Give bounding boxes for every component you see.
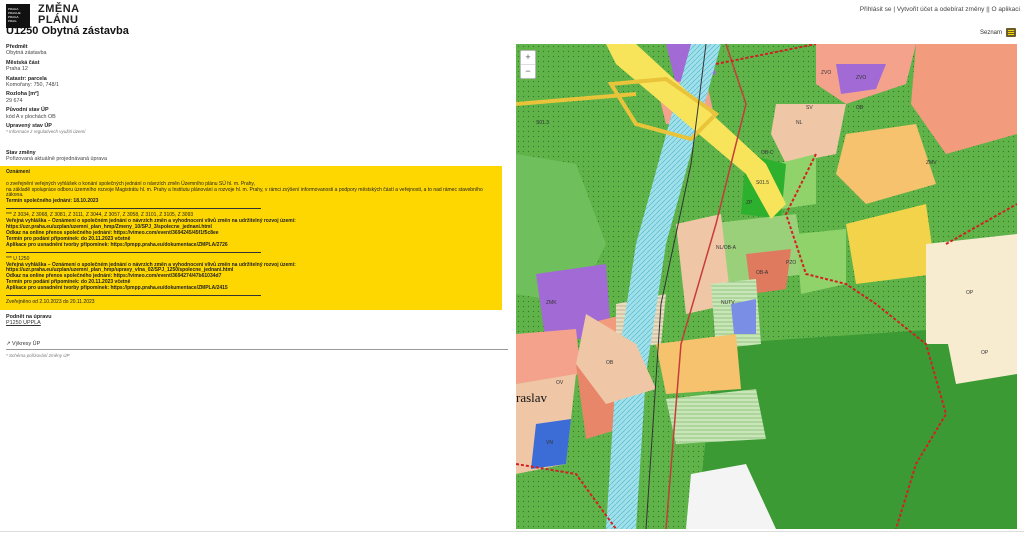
zone-label: OB [606, 360, 614, 366]
zone-label: OB-C [761, 150, 774, 156]
zoom-out-button[interactable]: − [521, 65, 535, 78]
field-value: Komořany: 750, 748/1 [6, 82, 60, 89]
nav-separator: | [893, 6, 896, 13]
notice-link[interactable]: Aplikace pro usnadnění tvorby připomínek… [6, 285, 496, 292]
notice-divider [6, 295, 261, 297]
zone-label: ZP [746, 200, 753, 206]
list-icon [1006, 28, 1016, 37]
field-puvodni-stav: Původní stav ÚP kód A v plochách OB [6, 107, 508, 120]
logo-line: PRAG [8, 19, 17, 23]
notice-published: Zveřejněno od 2.10.2023 do 20.11.2023 [6, 299, 95, 306]
map-canvas: ZVO ZVO SV OB NL OB-C S01.5 S01.3 NL/OB-… [516, 44, 1017, 529]
field-rozloha: Rozloha [m²] 29 674 [6, 91, 508, 104]
notice-divider [6, 251, 261, 253]
zoom-in-button[interactable]: + [521, 51, 535, 65]
field-value: Obytná zástavba [6, 50, 47, 57]
zone-label: NL [796, 120, 803, 126]
zone-label: OP [981, 350, 989, 356]
field-value: kód A v plochách OB [6, 113, 56, 120]
zone-label: OB-A [756, 270, 769, 276]
zone-label: ZVO [821, 70, 831, 76]
field-katastr: Katastr: parcela Komořany: 750, 748/1 [6, 76, 508, 89]
field-stav-zmeny: Stav změny Pořizovaná aktuálně projednáv… [6, 150, 508, 163]
seznam-button[interactable]: Seznam [980, 28, 1016, 37]
login-link[interactable]: Přihlásit se [860, 6, 892, 13]
place-label: raslav [516, 390, 548, 405]
zoning-map[interactable]: ZVO ZVO SV OB NL OB-C S01.5 S01.3 NL/OB-… [516, 44, 1017, 529]
field-value: 29 674 [6, 97, 23, 104]
zone-label: SV [806, 105, 813, 111]
zone-label: PZO [786, 260, 796, 266]
app-brand[interactable]: ZMĚNA PLÁNU [38, 4, 80, 26]
footer-divider [0, 531, 1024, 532]
zoom-control: + − [520, 50, 536, 79]
notice-date: Termín společného jednání: 18.10.2023 [6, 198, 99, 205]
detail-panel: Předmět Obytná zástavba Městská část Pra… [0, 44, 508, 360]
register-link[interactable]: Vytvořit účet a odebírat změny [897, 6, 985, 13]
zone-label: S01.3 [536, 120, 549, 126]
page-title: U1250 Obytná zástavba [6, 25, 129, 37]
zone-label: VN [546, 440, 553, 446]
podnet-link[interactable]: P1250 UPPLA [6, 320, 41, 326]
field-upraveny-stav: Upravený stav ÚP * Informace z regulativ… [6, 123, 508, 136]
notice-divider [6, 208, 261, 210]
zone-label: OP [966, 290, 974, 296]
notice-box: Oznámení o zveřejnění veřejných vyhlášek… [0, 165, 502, 310]
zone-label: ZMV [926, 160, 937, 166]
field-podnet: Podnět na úpravu P1250 UPPLA [6, 314, 508, 327]
field-note: * Informace z regulativech využití území [6, 129, 86, 135]
field-value: Praha 12 [6, 66, 28, 73]
vykresy-link[interactable]: ↗ Výkresy ÚP [6, 341, 40, 347]
seznam-label: Seznam [979, 29, 1002, 36]
field-mestska-cast: Městská část Praha 12 [6, 60, 508, 73]
zone-label: NL/OB-A [716, 245, 737, 251]
nav-separator: || [986, 6, 990, 13]
zone-label: OB [856, 105, 864, 111]
zone-label: S01.5 [756, 180, 769, 186]
vykresy-section: ↗ Výkresy ÚP * Schéma pořizování změny Ú… [6, 341, 508, 360]
field-predmet: Předmět Obytná zástavba [6, 44, 508, 57]
field-label: Podnět na úpravu [6, 314, 52, 320]
top-navigation: Přihlásit se | Vytvořit účet a odebírat … [860, 6, 1020, 13]
zone-label: ZVO [856, 75, 866, 81]
logo-line: PRAHA [8, 7, 19, 11]
divider [6, 349, 508, 351]
zone-label: NUTV [721, 300, 735, 306]
notice-link[interactable]: Aplikace pro usnadnění tvorby připomínek… [6, 242, 496, 249]
field-value: Pořizovaná aktuálně projednávaná úprava [6, 156, 107, 163]
about-link[interactable]: O aplikaci [991, 6, 1020, 13]
vykresy-note: * Schéma pořizování změny ÚP [6, 353, 70, 359]
zone-label: OV [556, 380, 564, 386]
zone-label: ZMK [546, 300, 557, 306]
